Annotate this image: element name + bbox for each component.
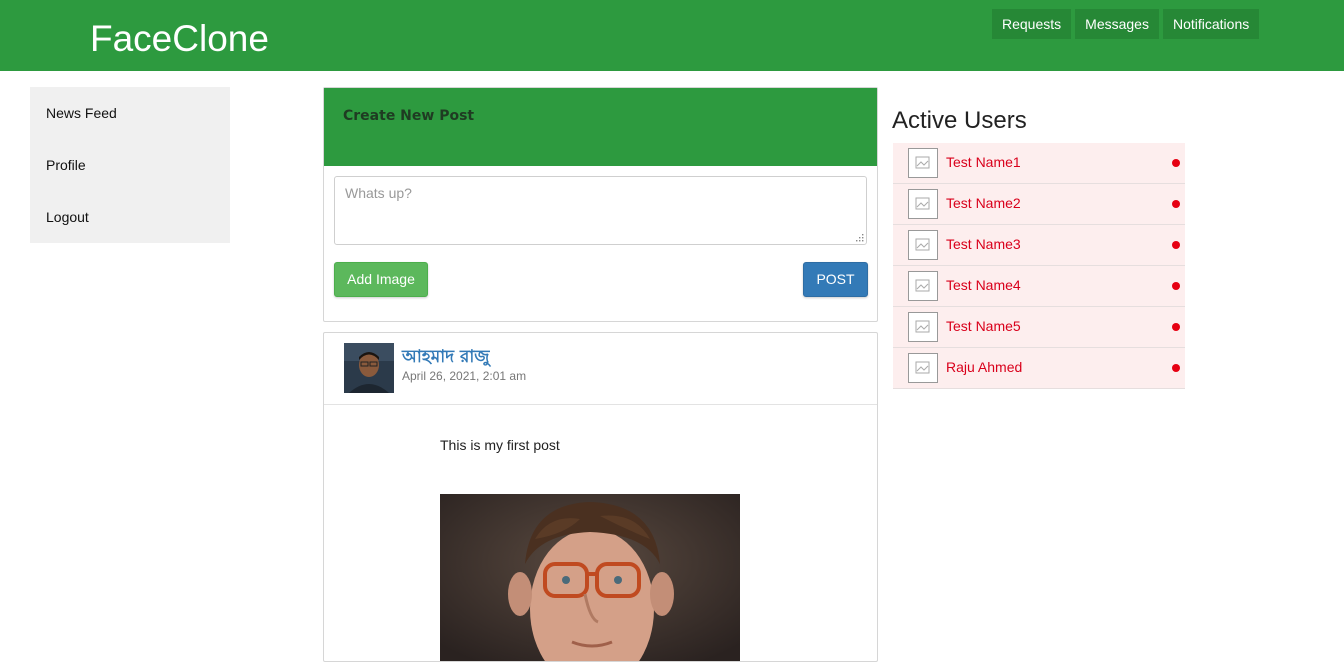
- user-name: Test Name2: [946, 195, 1021, 211]
- online-status-icon: [1172, 241, 1180, 249]
- user-name: Test Name1: [946, 154, 1021, 170]
- post-photo: [440, 494, 740, 661]
- user-name: Raju Ahmed: [946, 359, 1023, 375]
- online-status-icon: [1172, 323, 1180, 331]
- brand-logo[interactable]: FaceClone: [90, 17, 269, 61]
- resize-grip-icon[interactable]: [856, 234, 864, 242]
- top-navbar: FaceClone Requests Messages Notification…: [0, 0, 1344, 71]
- user-name: Test Name3: [946, 236, 1021, 252]
- online-status-icon: [1172, 282, 1180, 290]
- broken-image-icon: [908, 353, 938, 383]
- messages-button[interactable]: Messages: [1075, 9, 1159, 39]
- sidebar-item-news-feed[interactable]: News Feed: [30, 87, 230, 139]
- notifications-button[interactable]: Notifications: [1162, 9, 1260, 39]
- post-text-input[interactable]: [334, 176, 867, 245]
- list-item[interactable]: Test Name4: [893, 266, 1185, 307]
- active-users-list: Test Name1 Test Name2 Test Name3 Test Na…: [893, 143, 1185, 389]
- create-post-title: Create New Post: [324, 88, 877, 166]
- online-status-icon: [1172, 200, 1180, 208]
- online-status-icon: [1172, 159, 1180, 167]
- post-button[interactable]: POST: [803, 262, 868, 297]
- list-item[interactable]: Test Name2: [893, 184, 1185, 225]
- online-status-icon: [1172, 364, 1180, 372]
- author-avatar[interactable]: [344, 343, 394, 393]
- post-header: আহমাদ রাজু April 26, 2021, 2:01 am: [324, 333, 877, 405]
- requests-button[interactable]: Requests: [992, 9, 1072, 39]
- broken-image-icon: [908, 312, 938, 342]
- broken-image-icon: [908, 271, 938, 301]
- avatar-photo: [344, 343, 394, 393]
- sidebar: News Feed Profile Logout: [30, 87, 230, 243]
- broken-image-icon: [908, 230, 938, 260]
- user-name: Test Name5: [946, 318, 1021, 334]
- post-image[interactable]: [440, 494, 740, 661]
- add-image-button[interactable]: Add Image: [334, 262, 428, 297]
- top-nav: Requests Messages Notifications: [992, 9, 1260, 39]
- list-item[interactable]: Test Name5: [893, 307, 1185, 348]
- sidebar-item-logout[interactable]: Logout: [30, 191, 230, 243]
- create-post-panel: Create New Post Add Image POST: [323, 87, 878, 322]
- active-users-title: Active Users: [892, 107, 1027, 134]
- post-body-text: This is my first post: [440, 437, 560, 453]
- sidebar-item-profile[interactable]: Profile: [30, 139, 230, 191]
- post-date: April 26, 2021, 2:01 am: [402, 369, 527, 383]
- user-name: Test Name4: [946, 277, 1021, 293]
- post-author-name[interactable]: আহমাদ রাজু: [402, 344, 489, 372]
- broken-image-icon: [908, 148, 938, 178]
- list-item[interactable]: Test Name1: [893, 143, 1185, 184]
- list-item[interactable]: Raju Ahmed: [893, 348, 1185, 389]
- broken-image-icon: [908, 189, 938, 219]
- post-card: আহমাদ রাজু April 26, 2021, 2:01 am This …: [323, 332, 878, 662]
- list-item[interactable]: Test Name3: [893, 225, 1185, 266]
